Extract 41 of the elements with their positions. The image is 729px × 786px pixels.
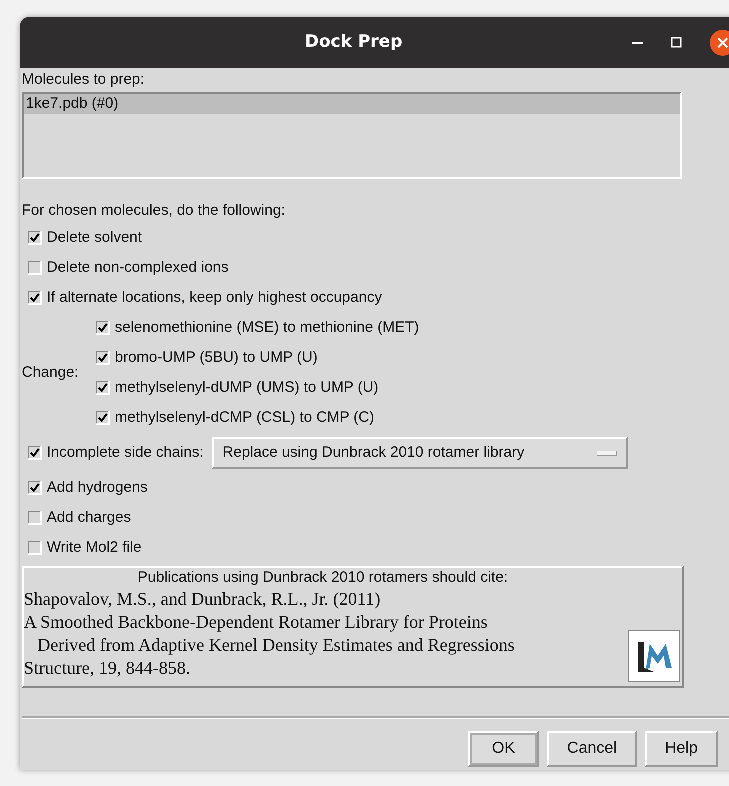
checkbox-label: If alternate locations, keep only highest occupancy <box>47 288 382 308</box>
citation-line: Derived from Adaptive Kernel Density Estimates and Regressions <box>36 634 516 657</box>
dialog-button[interactable]: OK <box>468 731 540 767</box>
dropdown-icon <box>596 450 617 456</box>
maximize-icon[interactable] <box>671 37 682 48</box>
dialog-button[interactable]: Help <box>645 731 718 767</box>
checkbox-label: Write Mol2 file <box>47 538 142 558</box>
citation-line: Structure, 19, 844-858. <box>24 657 192 680</box>
minimize-icon[interactable] <box>632 42 643 44</box>
checkbox[interactable] <box>96 381 110 395</box>
citation-heading: Publications using Dunbrack 2010 rotamers should cite: <box>136 568 510 588</box>
checkbox-label: Incomplete side chains: <box>47 442 204 463</box>
checkbox-label: Add charges <box>47 508 132 528</box>
section-label: For chosen molecules, do the following: <box>22 201 286 221</box>
checkbox[interactable] <box>28 481 42 495</box>
checkbox-label: Add hydrogens <box>47 478 148 498</box>
checkbox-label: bromo-UMP (5BU) to UMP (U) <box>115 348 318 368</box>
checkbox-label: methylselenyl-dUMP (UMS) to UMP (U) <box>115 378 379 398</box>
change-label: Change: <box>22 362 80 383</box>
window-title: Dock Prep <box>305 30 403 54</box>
checkbox-label: Delete solvent <box>47 228 142 248</box>
checkbox[interactable] <box>28 446 42 460</box>
dialog-button[interactable]: Cancel <box>547 731 638 767</box>
citation-line: A Smoothed Backbone-Dependent Rotamer Library for Proteins <box>24 611 489 634</box>
checkbox-label: selenomethionine (MSE) to methionine (MET) <box>115 318 420 338</box>
citation-line: Shapovalov, M.S., and Dunbrack, R.L., Jr. (2011) <box>24 588 382 611</box>
close-icon[interactable] <box>710 30 729 56</box>
checkbox[interactable] <box>96 321 110 335</box>
checkbox[interactable] <box>28 231 42 245</box>
checkbox[interactable] <box>28 511 42 525</box>
section-label: Molecules to prep: <box>22 70 146 90</box>
checkbox[interactable] <box>28 291 42 305</box>
checkbox[interactable] <box>96 411 110 425</box>
checkbox[interactable] <box>28 261 42 275</box>
list-item[interactable]: 1ke7.pdb (#0) <box>24 94 680 114</box>
checkbox-label: Delete non-complexed ions <box>47 258 229 278</box>
checkbox[interactable] <box>28 541 42 555</box>
rotamer-dropdown[interactable]: Replace using Dunbrack 2010 rotamer library <box>212 437 628 469</box>
logo-icon[interactable] <box>628 630 680 682</box>
checkbox-label: methylselenyl-dCMP (CSL) to CMP (C) <box>115 408 375 428</box>
checkbox[interactable] <box>96 351 110 365</box>
